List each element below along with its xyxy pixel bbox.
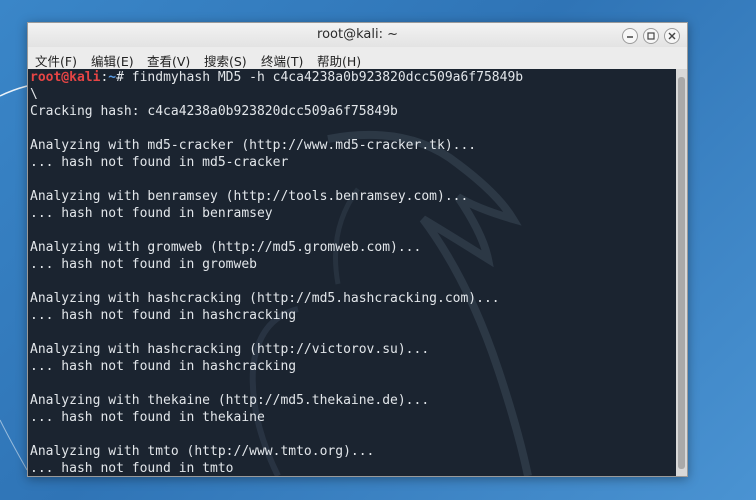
- output-line: \: [30, 87, 38, 102]
- menu-edit[interactable]: 编辑(E): [91, 51, 134, 70]
- window-title: root@kali: ~: [317, 27, 398, 42]
- output-line: Analyzing with gromweb (http://md5.gromw…: [30, 240, 422, 255]
- output-line: Analyzing with tmto (http://www.tmto.org…: [30, 444, 375, 459]
- output-line: Analyzing with benramsey (http://tools.b…: [30, 189, 469, 204]
- prompt-user: root@kali: [30, 70, 101, 85]
- minimize-button[interactable]: [622, 28, 638, 44]
- output-line: ... hash not found in gromweb: [30, 257, 257, 272]
- menu-search[interactable]: 搜索(S): [204, 51, 247, 70]
- output-line: ... hash not found in tmto: [30, 461, 234, 476]
- terminal-output[interactable]: root@kali:~# findmyhash MD5 -h c4ca4238a…: [28, 69, 676, 476]
- output-line: Cracking hash: c4ca4238a0b923820dcc509a6…: [30, 104, 398, 119]
- output-line: ... hash not found in hashcracking: [30, 359, 297, 374]
- minimize-icon: [627, 36, 633, 38]
- output-line: Analyzing with md5-cracker (http://www.m…: [30, 138, 477, 153]
- prompt-line: root@kali:~# findmyhash MD5 -h c4ca4238a…: [30, 70, 524, 85]
- menu-view[interactable]: 查看(V): [147, 51, 190, 70]
- output-line: Analyzing with hashcracking (http://vict…: [30, 342, 430, 357]
- output-line: ... hash not found in md5-cracker: [30, 155, 289, 170]
- output-line: Analyzing with hashcracking (http://md5.…: [30, 291, 500, 306]
- close-icon: [668, 32, 676, 40]
- scrollbar[interactable]: [676, 69, 687, 476]
- menu-help[interactable]: 帮助(H): [317, 51, 361, 70]
- maximize-icon: [647, 32, 655, 40]
- scrollbar-thumb[interactable]: [678, 77, 685, 469]
- output-line: ... hash not found in thekaine: [30, 410, 265, 425]
- menu-file[interactable]: 文件(F): [35, 51, 77, 70]
- terminal-window: root@kali: ~ 文件(F) 编辑(E) 查看(V) 搜索(S) 终端(…: [27, 22, 688, 477]
- maximize-button[interactable]: [643, 28, 659, 44]
- prompt-path: ~: [108, 70, 117, 85]
- menubar: 文件(F) 编辑(E) 查看(V) 搜索(S) 终端(T) 帮助(H): [28, 47, 687, 69]
- prompt-command: findmyhash MD5 -h c4ca4238a0b923820dcc50…: [131, 70, 524, 85]
- prompt-symbol: #: [116, 70, 124, 85]
- menu-terminal[interactable]: 终端(T): [261, 51, 303, 70]
- output-line: Analyzing with thekaine (http://md5.thek…: [30, 393, 430, 408]
- close-button[interactable]: [664, 28, 680, 44]
- output-line: ... hash not found in hashcracking: [30, 308, 297, 323]
- output-line: ... hash not found in benramsey: [30, 206, 273, 221]
- titlebar[interactable]: root@kali: ~: [28, 23, 687, 47]
